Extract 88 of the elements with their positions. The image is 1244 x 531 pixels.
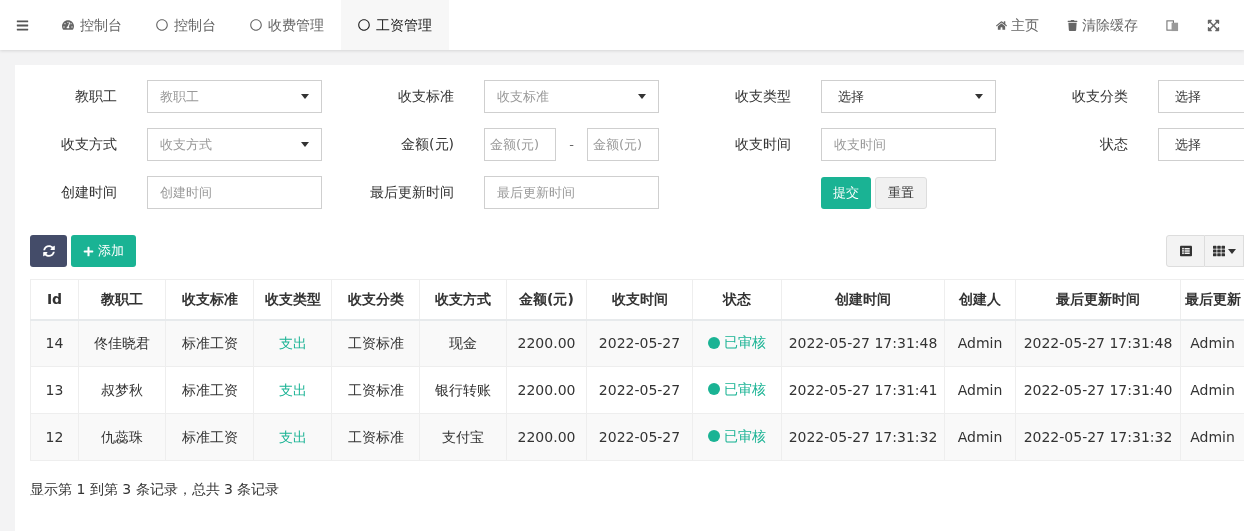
nav-tab[interactable]: 控制台 (139, 0, 233, 50)
table-cell: 2022-05-27 (598, 334, 681, 351)
status-text: 已审核 (724, 426, 766, 446)
field-label: 金额(元) (401, 136, 454, 152)
table-cell: 2200.00 (517, 428, 576, 445)
table-cell: 2022-05-27 17:31:41 (788, 381, 938, 398)
table-cell: 2022-05-27 17:31:48 (1023, 334, 1173, 351)
nav-tab[interactable]: 控制台 (45, 0, 139, 50)
text-field[interactable]: 最后更新时间 (484, 176, 659, 209)
field-label: 教职工 (75, 88, 117, 104)
caret-icon (638, 94, 646, 99)
table-cell: 2022-05-27 17:31:32 (1023, 428, 1173, 445)
field-label: 状态 (1100, 136, 1128, 152)
refresh-button[interactable] (30, 235, 67, 267)
menu-icon[interactable] (16, 18, 29, 32)
plus-icon (83, 245, 94, 257)
table-cell: 工资标准 (347, 428, 404, 445)
caret-icon (301, 94, 309, 99)
table-cell: 标准工资 (181, 381, 238, 398)
column-header[interactable]: 创建时间 (835, 290, 891, 307)
text-field[interactable]: 收支时间 (821, 128, 996, 161)
select-field[interactable]: 选择 (821, 80, 996, 113)
text-field[interactable]: 创建时间 (147, 176, 322, 209)
select-field[interactable]: 选择 (1158, 80, 1244, 113)
grid-icon (1212, 245, 1225, 257)
table-cell: 支出 (278, 334, 307, 351)
table-cell: 14 (45, 334, 64, 351)
table-cell: 现金 (449, 334, 477, 351)
gauge-icon (62, 19, 74, 31)
caret-icon (1227, 248, 1236, 254)
table-cell: Admin (1190, 334, 1235, 351)
reset-button[interactable]: 重置 (875, 176, 927, 209)
field-label: 创建时间 (61, 184, 117, 200)
field-label: 最后更新时间 (370, 184, 454, 200)
table-cell: Admin (957, 428, 1003, 445)
table-cell: Admin (957, 334, 1003, 351)
status-text: 已审核 (724, 379, 766, 399)
pagination-info: 显示第 1 到第 3 条记录，总共 3 条记录 (30, 481, 280, 497)
nav-tab[interactable]: 工资管理 (341, 0, 449, 50)
table-cell: 2022-05-27 17:31:48 (788, 334, 938, 351)
table-cell: 2200.00 (517, 334, 576, 351)
list-view-button[interactable] (1166, 235, 1205, 267)
top-link[interactable]: 主页 (996, 14, 1039, 36)
trash-icon (1067, 19, 1078, 31)
table-cell: 12 (45, 428, 64, 445)
table-cell: 2022-05-27 (598, 428, 681, 445)
table-cell: 银行转账 (435, 381, 491, 398)
column-header[interactable]: Id (46, 290, 63, 307)
home-icon (996, 19, 1007, 31)
table-cell: 工资标准 (347, 381, 404, 398)
table-cell: 2022-05-27 17:31:32 (788, 428, 938, 445)
table-cell: 支出 (278, 428, 307, 445)
table-cell: 叔梦秋 (101, 381, 143, 398)
nav-tab[interactable]: 收费管理 (233, 0, 341, 50)
refresh-icon (42, 245, 55, 257)
table-cell: Admin (957, 381, 1003, 398)
table-cell: 支出 (278, 381, 307, 398)
table-cell: 13 (45, 381, 64, 398)
range-separator: - (569, 135, 574, 154)
caret-icon (301, 142, 309, 147)
table-cell: 支付宝 (442, 428, 484, 445)
field-label: 收支时间 (735, 136, 791, 152)
table-cell: 2200.00 (517, 381, 576, 398)
table-cell: Admin (1190, 428, 1235, 445)
field-label: 收支类型 (735, 88, 791, 104)
table-cell: 工资标准 (347, 334, 404, 351)
table-cell: 标准工资 (181, 334, 238, 351)
field-label: 收支分类 (1072, 88, 1128, 104)
caret-icon (975, 94, 983, 99)
table-cell: 标准工资 (181, 428, 238, 445)
column-header[interactable]: 教职工 (101, 290, 143, 307)
table-cell: 2022-05-27 (598, 381, 681, 398)
table-cell: 仇蕊珠 (101, 428, 143, 445)
table-cell: 佟佳晓君 (94, 334, 150, 351)
field-label: 收支标准 (398, 88, 454, 104)
book-icon[interactable] (1166, 18, 1179, 32)
top-link[interactable]: 清除缓存 (1067, 14, 1138, 36)
select-field[interactable]: 选择 (1158, 128, 1244, 161)
fullscreen-icon[interactable] (1207, 18, 1220, 32)
table-cell: Admin (1190, 381, 1235, 398)
min-amount-field[interactable]: 金额(元) (484, 128, 556, 161)
max-amount-field[interactable]: 金额(元) (587, 128, 659, 161)
status-text: 已审核 (724, 333, 766, 352)
column-header[interactable]: 状态 (723, 290, 751, 307)
list-icon (1179, 245, 1192, 257)
field-label: 收支方式 (61, 136, 117, 152)
table-cell: 2022-05-27 17:31:40 (1023, 381, 1173, 398)
columns-button[interactable] (1205, 235, 1244, 267)
